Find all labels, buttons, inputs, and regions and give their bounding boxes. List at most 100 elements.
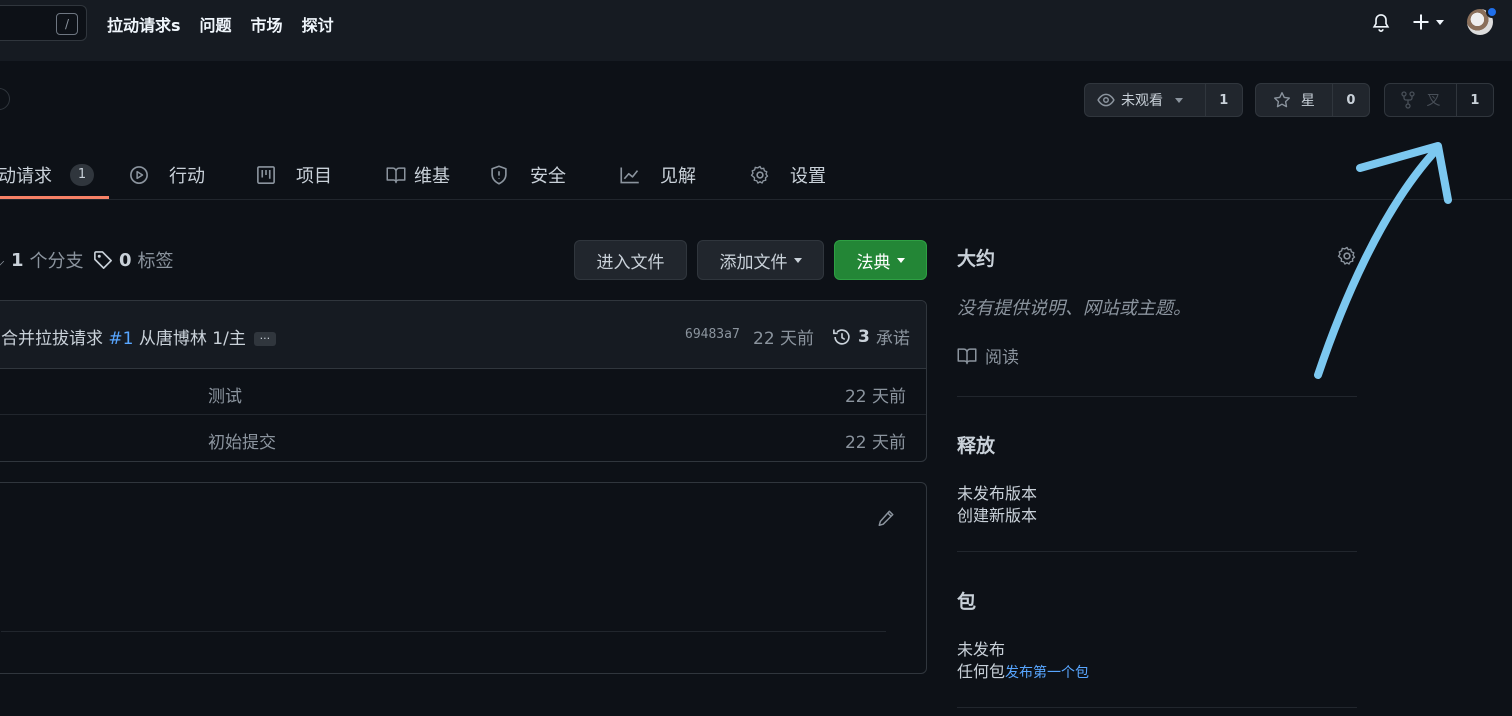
tab-label: 行动 [169, 166, 205, 187]
table-row[interactable]: 测试 22 天前 [0, 369, 926, 415]
commit-count: 3 [858, 326, 870, 347]
tab-pull-requests[interactable]: 动请求 1 [0, 150, 94, 200]
releases-title[interactable]: 释放 [957, 431, 1357, 458]
branch-label: 个分支 [29, 251, 84, 272]
tab-counter: 1 [70, 164, 94, 186]
releases-empty-text: 未发布版本 [957, 484, 1038, 503]
tab-actions[interactable]: 行动 [129, 150, 205, 200]
nav-marketplace[interactable]: 市场 [251, 12, 283, 36]
tab-wiki[interactable]: 维基 [386, 150, 450, 200]
publish-package-link[interactable]: 发布第一个包 [1005, 665, 1089, 681]
notification-dot [1486, 6, 1498, 18]
global-header: / 拉动请求s 问题 市场 探讨 [0, 0, 1512, 61]
packages-heading: 包 [957, 591, 977, 613]
search-input[interactable]: / [0, 5, 87, 41]
packages-publish-line: 任何包发布第一个包 [957, 658, 1357, 682]
file-commit-time: 22 天前 [844, 433, 906, 453]
star-count[interactable]: 0 [1331, 84, 1369, 116]
pull-request-link[interactable]: #1 [108, 329, 133, 349]
sidebar-divider [957, 707, 1357, 708]
tag-icon [94, 251, 112, 269]
add-file-label: 添加文件 [719, 252, 788, 273]
packages-empty-text: 未发布 [957, 640, 1006, 659]
fork-count[interactable]: 1 [1455, 84, 1493, 116]
watch-count[interactable]: 1 [1204, 84, 1242, 116]
commit-message-text: 合并拉拔请求 [1, 329, 109, 349]
nav-explore[interactable]: 探讨 [302, 12, 334, 36]
add-file-button[interactable]: 添加文件 [697, 240, 824, 280]
commit-time: 22 天前 [753, 329, 815, 349]
branch-count: 1 [11, 249, 24, 271]
go-to-file-label: 进入文件 [596, 252, 665, 273]
code-button[interactable]: 法典 [834, 240, 927, 280]
shield-icon [491, 165, 507, 185]
sidebar-divider [957, 396, 1357, 397]
tag-count: 0 [119, 249, 132, 271]
star-button[interactable]: 星 0 [1255, 83, 1370, 117]
file-list: 合并拉拔请求 #1 从唐博林 1/主... 69483a7 22 天前 3 承诺… [0, 300, 927, 462]
tab-projects[interactable]: 项目 [256, 150, 332, 200]
history-icon [833, 328, 850, 345]
commit-count-label: 承诺 [875, 329, 910, 349]
branches-link[interactable]: ⸝ 1 个分支 [0, 247, 84, 273]
bell-icon[interactable] [1371, 13, 1391, 33]
tab-label: 见解 [660, 166, 696, 187]
tab-label: 项目 [296, 166, 332, 187]
tab-security[interactable]: 安全 [490, 150, 566, 200]
sidebar-divider [957, 551, 1357, 552]
go-to-file-button[interactable]: 进入文件 [574, 240, 687, 280]
annotation-arrow-icon [1314, 142, 1452, 379]
tag-label: 标签 [137, 251, 174, 272]
nav-pull-requests[interactable]: 拉动请求s [107, 12, 181, 36]
readme-divider [1, 631, 886, 632]
expand-commit-button[interactable]: ... [253, 330, 276, 346]
tab-label: 安全 [530, 166, 566, 187]
tab-insights[interactable]: 见解 [620, 150, 696, 200]
releases-heading: 释放 [957, 435, 996, 457]
tab-label: 设置 [790, 166, 826, 187]
tab-label: 动请求 [0, 166, 52, 187]
tab-label: 维基 [414, 166, 450, 187]
file-commit-message[interactable]: 初始提交 [208, 428, 276, 453]
commit-message[interactable]: 合并拉拔请求 #1 从唐博林 1/主... [1, 324, 276, 349]
tags-link[interactable]: 0 标签 [93, 247, 174, 273]
search-shortcut-key: / [56, 13, 78, 35]
commit-branch-text: 从唐博林 1/主 [133, 329, 246, 349]
watch-label: 未观看 [1121, 93, 1163, 109]
gear-icon [750, 165, 769, 184]
create-new-button[interactable] [1411, 12, 1444, 32]
watch-button[interactable]: 未观看 1 [1084, 83, 1243, 117]
latest-commit-bar: 合并拉拔请求 #1 从唐博林 1/主... 69483a7 22 天前 3 承诺 [0, 301, 926, 369]
table-row[interactable]: 初始提交 22 天前 [0, 415, 926, 461]
plus-icon [1413, 14, 1429, 30]
play-icon [130, 166, 148, 184]
packages-title[interactable]: 包 [957, 587, 1357, 614]
book-icon [386, 167, 406, 184]
project-icon [257, 166, 275, 184]
book-icon [957, 347, 977, 364]
pencil-icon[interactable] [877, 509, 895, 527]
commit-hash[interactable]: 69483a7 [685, 327, 740, 342]
active-tab-indicator [0, 196, 109, 199]
fork-button[interactable]: 叉 1 [1384, 83, 1494, 117]
create-release-link[interactable]: 创建新版本 [957, 502, 1357, 526]
eye-icon [1097, 93, 1115, 107]
code-label: 法典 [856, 252, 891, 273]
file-commit-message[interactable]: 测试 [208, 382, 242, 407]
fork-label: 叉 [1426, 93, 1441, 109]
branch-icon: ⸝ [0, 251, 5, 270]
tab-settings[interactable]: 设置 [750, 150, 826, 200]
file-commit-time: 22 天前 [844, 387, 906, 407]
star-icon [1273, 92, 1290, 108]
chevron-down-icon [1436, 19, 1444, 25]
visibility-icon [0, 88, 10, 110]
nav-issues[interactable]: 问题 [200, 12, 232, 36]
chevron-down-icon [1175, 97, 1183, 103]
fork-icon [1401, 91, 1416, 109]
readme-box [0, 482, 927, 674]
global-nav: 拉动请求s 问题 市场 探讨 [107, 12, 334, 36]
readme-label: 阅读 [985, 348, 1019, 368]
chevron-down-icon [793, 257, 802, 263]
commit-history-link[interactable]: 3 承诺 [832, 324, 910, 349]
packages-prefix: 任何包 [957, 662, 1006, 681]
